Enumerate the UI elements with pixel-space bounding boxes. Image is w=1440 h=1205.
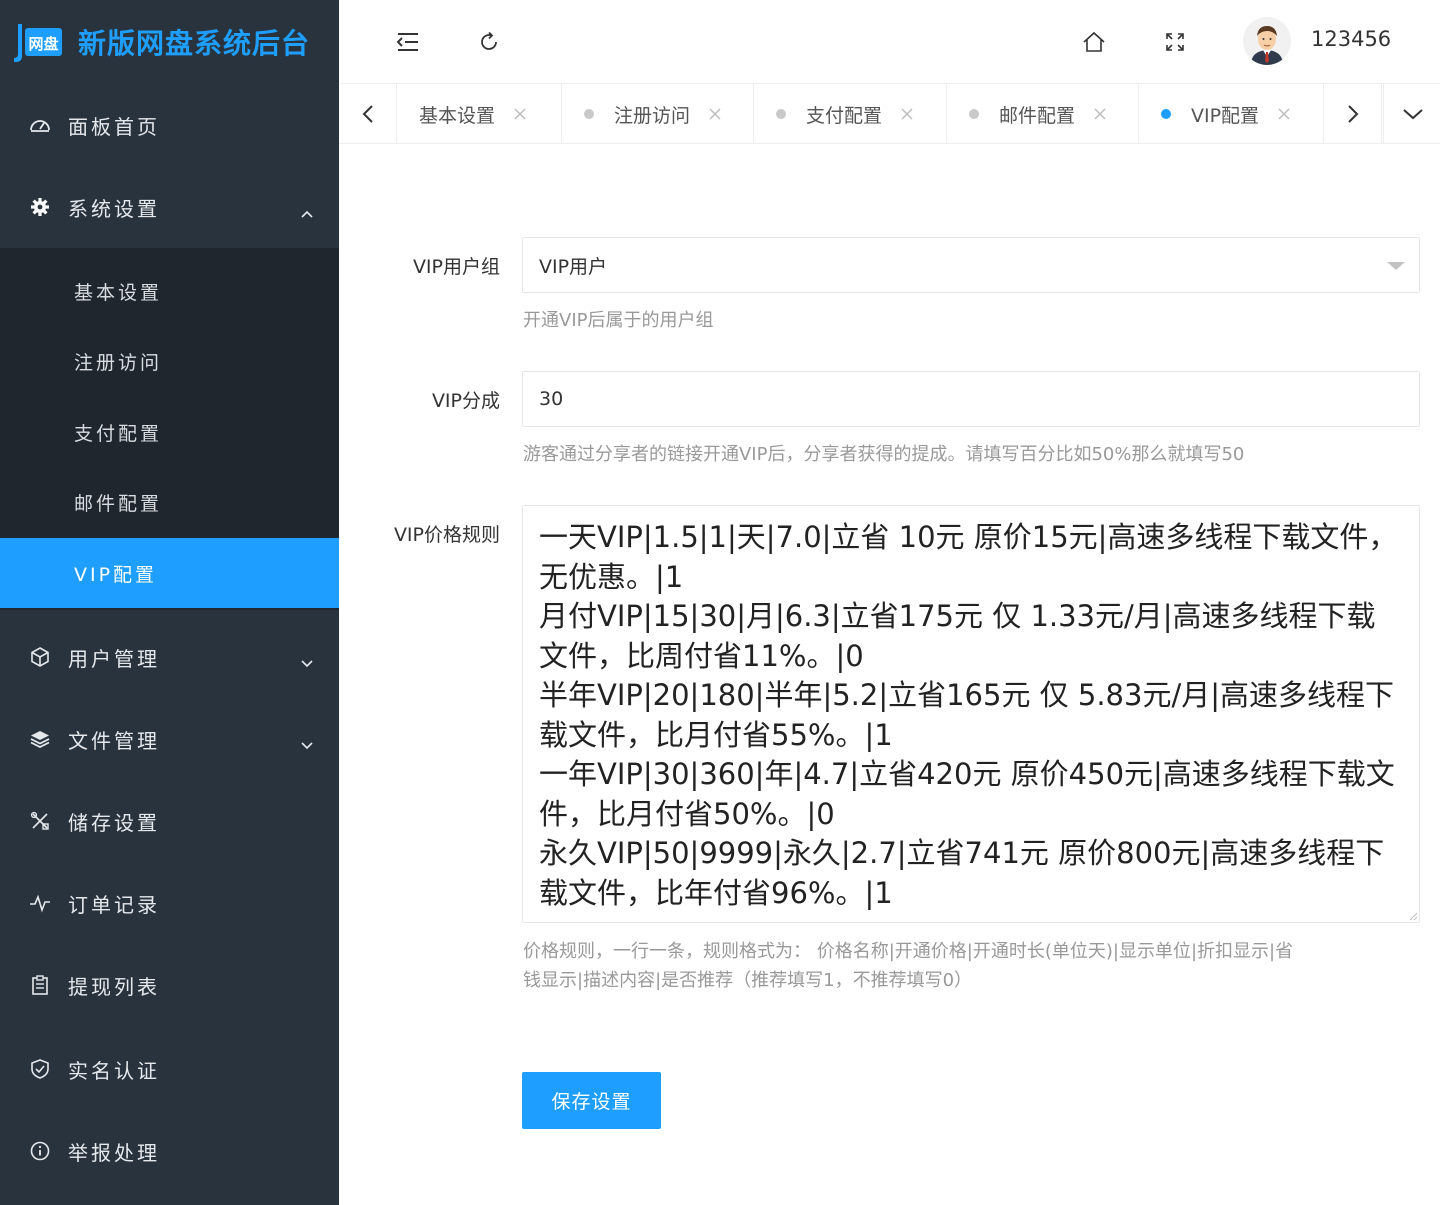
sidebar-item-verification[interactable]: 实名认证 <box>0 1028 339 1110</box>
tab-register[interactable]: 注册访问 <box>562 84 754 144</box>
logo-mark-text: 网盘 <box>28 35 58 53</box>
sidebar-item-dashboard[interactable]: 面板首页 <box>0 84 339 166</box>
tab-menu-button[interactable] <box>1383 84 1440 144</box>
shield-icon <box>28 1057 52 1081</box>
vip-group-help: 开通VIP后属于的用户组 <box>523 310 714 331</box>
tab-status-dot <box>1161 109 1171 119</box>
tab-label: 邮件配置 <box>999 104 1076 127</box>
vip-rules-help-line2: 钱显示|描述内容|是否推荐（推荐填写1，不推荐填写0） <box>523 970 973 991</box>
vip-group-select[interactable]: VIP用户 <box>522 237 1420 293</box>
tab-status-dot <box>969 109 979 119</box>
dashboard-icon <box>28 113 52 137</box>
logo-text: 新版网盘系统后台 <box>78 27 311 60</box>
tools-icon <box>28 809 52 833</box>
vip-share-value: 30 <box>539 388 564 410</box>
sidebar-item-files[interactable]: 文件管理 <box>0 698 339 780</box>
sidebar-item-label: 储存设置 <box>68 810 160 835</box>
chevron-down-icon <box>301 651 313 668</box>
close-icon[interactable] <box>513 107 527 121</box>
gear-icon <box>28 195 52 219</box>
tab-label: 基本设置 <box>419 104 496 127</box>
pulse-icon <box>28 891 52 915</box>
home-icon[interactable] <box>1078 26 1110 58</box>
sidebar-item-label: 实名认证 <box>68 1058 160 1083</box>
vip-group-value: VIP用户 <box>539 255 608 278</box>
refresh-icon[interactable] <box>473 26 505 58</box>
tab-scroll-right-button[interactable] <box>1324 84 1382 144</box>
sidebar-item-label: 举报处理 <box>68 1140 160 1165</box>
sidebar-item-label: 提现列表 <box>68 974 160 999</box>
tab-status-dot <box>584 109 594 119</box>
sidebar-item-label: 用户管理 <box>68 646 160 671</box>
sidebar-item-label: 面板首页 <box>68 114 160 139</box>
chevron-down-icon <box>301 733 313 750</box>
tab-basic[interactable]: 基本设置 <box>399 84 562 144</box>
submenu-item-basic[interactable]: 基本设置 <box>0 256 339 326</box>
settings-submenu: 基本设置 注册访问 支付配置 邮件配置 VIP配置 <box>0 248 339 610</box>
sidebar-item-label: 订单记录 <box>68 892 160 917</box>
tab-bar: 基本设置 注册访问 支付配置 邮件配置 VIP配置 <box>339 84 1440 144</box>
submenu-item-vip[interactable]: VIP配置 <box>0 538 339 608</box>
submenu-item-mail[interactable]: 邮件配置 <box>0 467 339 537</box>
chevron-right-icon <box>1347 105 1358 123</box>
menu-toggle-icon[interactable] <box>392 26 424 58</box>
sidebar: 网盘 新版网盘系统后台 面板首页 系统设置 基本设置 注册访问 支付配置 邮件配… <box>0 0 339 1205</box>
sidebar-item-reports[interactable]: 举报处理 <box>0 1110 339 1192</box>
tab-scroll-left-button[interactable] <box>339 84 397 144</box>
vip-share-help: 游客通过分享者的链接开通VIP后，分享者获得的提成。请填写百分比如50%那么就填… <box>523 444 1245 465</box>
sidebar-item-storage[interactable]: 储存设置 <box>0 780 339 862</box>
submenu-item-register[interactable]: 注册访问 <box>0 326 339 396</box>
sidebar-item-settings[interactable]: 系统设置 <box>0 166 339 248</box>
vip-rules-textarea[interactable]: 一天VIP|1.5|1|天|7.0|立省 10元 原价15元|高速多线程下载文件… <box>522 505 1420 923</box>
chevron-down-icon <box>1402 109 1423 120</box>
logo: 网盘 新版网盘系统后台 <box>0 0 339 84</box>
avatar[interactable] <box>1243 17 1291 65</box>
sidebar-item-withdrawals[interactable]: 提现列表 <box>0 944 339 1026</box>
save-button[interactable]: 保存设置 <box>522 1072 661 1129</box>
top-header: 123456 <box>339 0 1440 84</box>
sidebar-item-orders[interactable]: 订单记录 <box>0 862 339 944</box>
tab-status-dot <box>776 109 786 119</box>
tab-vip[interactable]: VIP配置 <box>1139 84 1324 144</box>
caret-down-icon <box>1387 262 1405 270</box>
vip-share-label: VIP分成 <box>431 390 500 412</box>
submenu-item-payment[interactable]: 支付配置 <box>0 397 339 467</box>
logo-mark: 网盘 <box>12 18 64 66</box>
close-icon[interactable] <box>1093 107 1107 121</box>
tab-label: 支付配置 <box>806 104 883 127</box>
chevron-left-icon <box>362 105 373 123</box>
sidebar-item-label: 文件管理 <box>68 728 160 753</box>
tab-payment[interactable]: 支付配置 <box>754 84 947 144</box>
tab-label: 注册访问 <box>614 104 691 127</box>
vip-rules-label: VIP价格规则 <box>393 524 500 546</box>
vip-share-input[interactable]: 30 <box>522 371 1420 427</box>
sidebar-item-users[interactable]: 用户管理 <box>0 616 339 698</box>
cube-icon <box>28 645 52 669</box>
fullscreen-icon[interactable] <box>1159 26 1191 58</box>
close-icon[interactable] <box>708 107 722 121</box>
close-icon[interactable] <box>900 107 914 121</box>
tab-label: VIP配置 <box>1191 104 1260 127</box>
clipboard-icon <box>28 973 52 997</box>
chevron-up-icon <box>301 201 313 218</box>
tab-mail[interactable]: 邮件配置 <box>947 84 1139 144</box>
close-icon[interactable] <box>1277 107 1291 121</box>
sidebar-item-label: 系统设置 <box>68 196 160 221</box>
info-icon <box>28 1139 52 1163</box>
vip-group-label: VIP用户组 <box>412 256 500 278</box>
layers-icon <box>28 727 52 751</box>
username[interactable]: 123456 <box>1311 27 1391 51</box>
resize-handle-icon[interactable] <box>1408 911 1418 921</box>
vip-rules-help-line1: 价格规则，一行一条，规则格式为： 价格名称|开通价格|开通时长(单位天)|显示单… <box>523 941 1294 962</box>
